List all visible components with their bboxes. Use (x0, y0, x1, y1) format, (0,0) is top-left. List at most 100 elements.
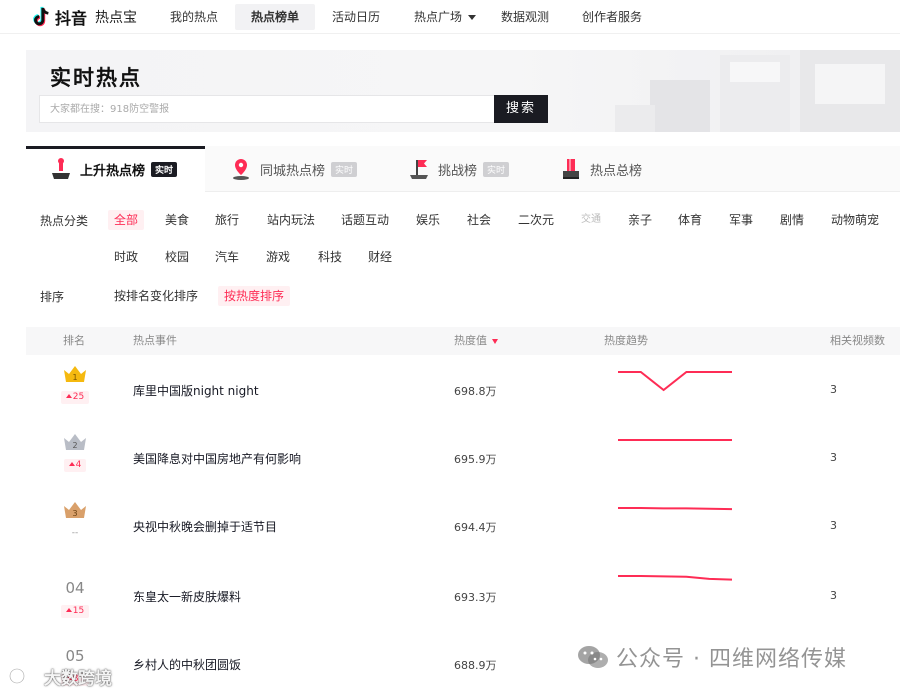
rank-number: 3 (72, 509, 77, 518)
event-title[interactable]: 乡村人的中秋团圆饭 (133, 656, 241, 673)
rank-cell: 2 4 (60, 432, 90, 472)
header-heat[interactable]: 热度值 (454, 327, 498, 355)
search-box (39, 95, 495, 123)
header-heat-label: 热度值 (454, 334, 487, 347)
category-topic[interactable]: 话题互动 (335, 210, 395, 230)
heat-trend-sparkline (618, 371, 732, 392)
nav-hot-square[interactable]: 热点广场 (398, 4, 492, 30)
video-count: 3 (830, 451, 837, 464)
event-title[interactable]: 东皇太一新皮肤爆料 (133, 588, 241, 605)
brand-watermark: 大数跨境 (8, 664, 112, 689)
nav-hot-list[interactable]: 热点榜单 (235, 4, 316, 30)
rank-cell: 3 -- (60, 500, 90, 540)
sort-by-rank-change[interactable]: 按排名变化排序 (108, 286, 204, 306)
video-count: 3 (830, 519, 837, 532)
bronze-crown-icon: 3 (64, 502, 86, 518)
video-count: 3 (830, 589, 837, 602)
table-header: 排名 热点事件 热度值 热度趋势 相关视频数 (26, 327, 900, 355)
category-drama[interactable]: 剧情 (774, 210, 810, 230)
realtime-badge: 实时 (483, 161, 510, 177)
category-pets[interactable]: 动物萌宠 (825, 210, 885, 230)
category-label: 热点分类 (40, 214, 89, 228)
category-in-app[interactable]: 站内玩法 (261, 210, 321, 230)
sort-desc-icon (492, 338, 498, 344)
category-campus[interactable]: 校园 (159, 247, 195, 267)
tab-challenge[interactable]: 挑战榜 实时 (408, 146, 510, 192)
nav-creator-service[interactable]: 创作者服务 (566, 4, 658, 30)
joystick-icon (52, 158, 70, 179)
heat-trend-sparkline (618, 575, 732, 581)
tab-label: 热点总榜 (590, 163, 643, 179)
heat-trend-sparkline (618, 439, 732, 441)
chevron-down-icon (468, 15, 477, 20)
table-row[interactable]: 1 25 库里中国版night night 698.8万 3 (26, 356, 900, 424)
page-title: 实时热点 (50, 66, 142, 90)
wechat-icon (578, 646, 608, 668)
category-society[interactable]: 社会 (461, 210, 497, 230)
category-auto[interactable]: 汽车 (209, 247, 245, 267)
heat-trend-sparkline (618, 507, 732, 511)
nav-hot-square-label: 热点广场 (414, 10, 463, 24)
heat-value: 693.3万 (454, 591, 497, 604)
wechat-watermark-text: 公众号 · 四维网络传媒 (616, 647, 847, 672)
category-entertainment[interactable]: 娱乐 (410, 210, 446, 230)
category-all[interactable]: 全部 (108, 210, 145, 230)
category-tech[interactable]: 科技 (312, 247, 348, 267)
brand-watermark-text: 大数跨境 (44, 668, 112, 689)
category-politics[interactable]: 时政 (108, 247, 144, 267)
category-games[interactable]: 游戏 (260, 247, 296, 267)
tab-overall-hot[interactable]: 热点总榜 (560, 146, 642, 192)
category-travel[interactable]: 旅行 (209, 210, 245, 230)
header-rank: 排名 (63, 334, 85, 347)
table-row[interactable]: 04 15 东皇太一新皮肤爆料 693.3万 3 (26, 560, 900, 628)
rank-change: 25 (60, 391, 90, 404)
category-finance[interactable]: 财经 (362, 247, 398, 267)
header-event: 热点事件 (133, 334, 177, 347)
rank-change-value: 15 (72, 606, 85, 616)
rank-change: 15 (60, 605, 90, 618)
heat-value: 694.4万 (454, 521, 497, 534)
tab-local-hot[interactable]: 同城热点榜 实时 (230, 146, 358, 192)
search-input[interactable] (40, 96, 495, 122)
tiktok-logo-icon (33, 6, 49, 27)
nav-data-observe[interactable]: 数据观测 (485, 4, 565, 30)
tab-label: 同城热点榜 (260, 163, 326, 179)
nav-my-hotspots[interactable]: 我的热点 (154, 4, 234, 30)
location-pin-icon (233, 159, 249, 180)
logo[interactable]: 抖音 热点宝 (30, 4, 137, 30)
rank-change: 4 (63, 459, 87, 472)
tab-rising-hot[interactable]: 上升热点榜 实时 (26, 146, 205, 192)
rank-change: -- (71, 528, 79, 538)
gold-crown-icon: 1 (64, 366, 86, 382)
table-row[interactable]: 3 -- 央视中秋晚会删掉于适节目 694.4万 3 (26, 492, 900, 560)
category-acg[interactable]: 二次元 (512, 210, 560, 230)
arrow-up-icon (65, 394, 72, 398)
search-button[interactable]: 搜索 (494, 95, 548, 123)
flag-icon (410, 160, 428, 179)
heat-value: 688.9万 (454, 659, 497, 672)
category-military[interactable]: 军事 (723, 210, 759, 230)
ranking-tabs: 上升热点榜 实时 同城热点榜 实时 挑战榜 实时 热点总榜 (26, 146, 900, 192)
rank-number: 2 (72, 441, 77, 450)
realtime-badge: 实时 (331, 161, 358, 177)
table-row[interactable]: 2 4 美国降息对中国房地产有何影响 695.9万 3 (26, 424, 900, 492)
trend-line (618, 507, 732, 511)
category-parenting[interactable]: 亲子 (622, 210, 658, 230)
event-title[interactable]: 央视中秋晚会删掉于适节目 (133, 518, 277, 535)
header-videos: 相关视频数 (830, 334, 885, 347)
sort-by-heat[interactable]: 按热度排序 (218, 286, 291, 306)
silver-crown-icon: 2 (64, 434, 86, 450)
realtime-badge: 实时 (151, 161, 178, 177)
tab-label: 上升热点榜 (80, 163, 146, 179)
rank-change-value: 4 (75, 460, 82, 470)
category-sports[interactable]: 体育 (672, 210, 708, 230)
product-name: 热点宝 (95, 10, 138, 26)
sort-label: 排序 (40, 290, 65, 304)
event-title[interactable]: 美国降息对中国房地产有何影响 (133, 450, 301, 467)
category-traffic[interactable]: 交通 (575, 210, 607, 230)
event-title[interactable]: 库里中国版night night (133, 382, 259, 399)
banner-decoration (615, 50, 900, 132)
nav-event-calendar[interactable]: 活动日历 (316, 4, 396, 30)
category-food[interactable]: 美食 (159, 210, 195, 230)
arrow-up-icon (68, 462, 75, 466)
